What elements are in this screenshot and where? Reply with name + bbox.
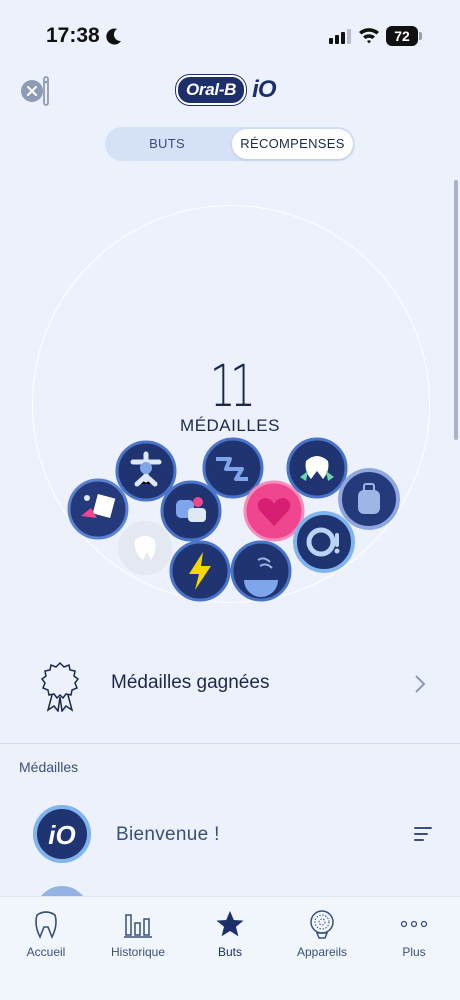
won-medals-label: Médailles gagnées: [111, 672, 270, 693]
divider: [0, 743, 460, 744]
tab-plus[interactable]: Plus: [368, 909, 460, 969]
close-brush-icon[interactable]: [20, 76, 54, 106]
logo-brand: Oral-B: [176, 75, 247, 105]
menu-lines-icon[interactable]: [414, 826, 432, 842]
medal-travel-case[interactable]: [338, 468, 400, 530]
more-icon: [400, 920, 428, 928]
medal-moon-breeze[interactable]: [230, 540, 292, 602]
bar-chart-icon: [124, 914, 152, 938]
won-medals-row[interactable]: Médailles gagnées: [0, 652, 460, 716]
wifi-icon: [359, 28, 379, 44]
tab-label: Buts: [217, 945, 242, 959]
tab-label: Appareils: [296, 945, 348, 959]
moon-icon: [106, 28, 121, 45]
award-ribbon-icon: [40, 661, 80, 712]
tooth-icon: [35, 911, 57, 939]
battery-level: 72: [386, 26, 418, 46]
status-bar: 17:38 72: [0, 0, 460, 70]
star-icon: [216, 911, 244, 937]
tab-bar: Accueil Historique Buts Appareils Plus: [0, 896, 460, 1000]
tab-historique[interactable]: Historique: [92, 909, 184, 969]
list-item[interactable]: iO Bienvenue !: [0, 800, 460, 870]
signal-icon: [329, 29, 351, 44]
medal-count-label: MÉDAILLES: [180, 416, 280, 435]
svg-text:iO: iO: [48, 820, 75, 850]
section-title: Médailles: [19, 759, 79, 775]
battery-icon: 72: [386, 26, 422, 46]
tab-label: Historique: [110, 945, 166, 959]
tab-label: Plus: [402, 945, 426, 959]
tab-buts[interactable]: BUTS: [105, 127, 229, 161]
medal-count: 11: [209, 352, 256, 420]
tab-accueil[interactable]: Accueil: [0, 909, 92, 969]
scroll-indicator[interactable]: [454, 180, 458, 440]
logo-product: iO: [252, 76, 276, 103]
oral-b-io-logo: Oral-B iO: [176, 75, 277, 105]
list-item-label: Bienvenue !: [116, 824, 220, 845]
chevron-right-icon: [415, 675, 426, 693]
status-time: 17:38: [46, 24, 100, 47]
medal-lightning-bolt[interactable]: [169, 540, 231, 602]
brush-head-icon: [310, 910, 334, 939]
tab-label: Accueil: [26, 945, 66, 959]
io-medal-avatar: iO: [33, 805, 91, 863]
goals-rewards-toggle: BUTS RÉCOMPENSES: [105, 127, 355, 161]
tab-appareils[interactable]: Appareils: [276, 909, 368, 969]
tab-buts[interactable]: Buts: [184, 909, 276, 969]
tab-recompenses[interactable]: RÉCOMPENSES: [232, 129, 353, 159]
